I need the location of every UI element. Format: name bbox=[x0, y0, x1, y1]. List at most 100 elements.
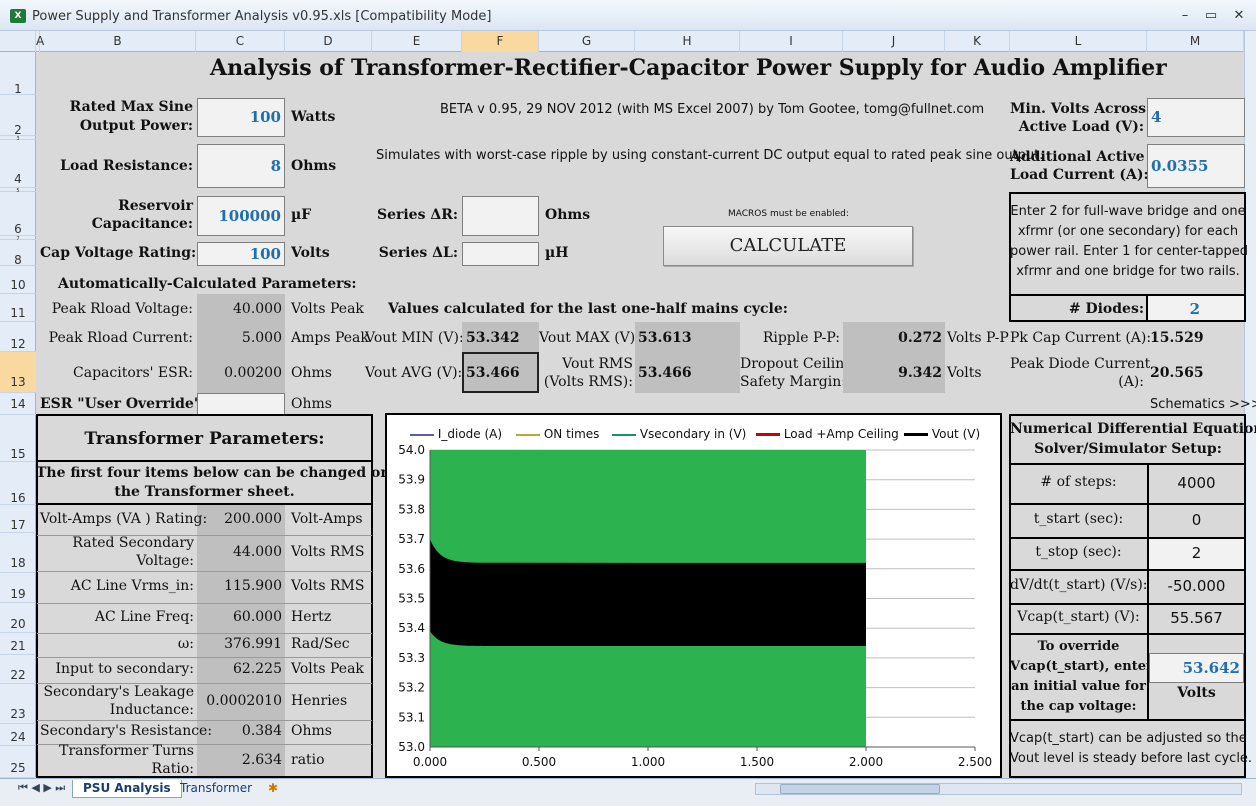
row-header[interactable]: 25 bbox=[0, 746, 36, 778]
scrollbar-thumb[interactable] bbox=[780, 784, 940, 794]
y-tick-label: 53.0 bbox=[398, 740, 425, 754]
column-header-l[interactable]: L bbox=[1010, 31, 1147, 52]
transformer-param-label: Rated Secondary bbox=[72, 535, 194, 551]
series-r-input[interactable] bbox=[462, 196, 539, 236]
column-header-h[interactable]: H bbox=[635, 31, 740, 52]
transformer-param-value: 62.225 bbox=[233, 661, 282, 677]
tab-psu-analysis[interactable]: PSU Analysis bbox=[72, 780, 182, 798]
transformer-param-unit: Volts Peak bbox=[291, 661, 364, 677]
tab-nav-icon[interactable]: ⏮ ◀ ▶ ⏭ bbox=[8, 780, 75, 798]
row-header[interactable]: 4 bbox=[0, 140, 36, 188]
pk-cap-current-value: 15.529 bbox=[1150, 330, 1204, 346]
x-tick-label: 1.500 bbox=[740, 755, 774, 769]
diodes-note-line: Enter 2 for full-wave bridge and one bbox=[1010, 204, 1246, 219]
series-r-unit: Ohms bbox=[545, 207, 591, 223]
column-header-c[interactable]: C bbox=[196, 31, 285, 52]
column-header-k[interactable]: K bbox=[945, 31, 1010, 52]
transformer-param-unit: Volt-Amps bbox=[291, 511, 363, 527]
row-header[interactable]: 17 bbox=[0, 505, 36, 533]
sheet-tab-bar: ⏮ ◀ ▶ ⏭ PSU Analysis Transformer ✱ bbox=[0, 778, 1256, 806]
override-value: 53.642 bbox=[1182, 659, 1240, 677]
column-header-d[interactable]: D bbox=[285, 31, 372, 52]
y-tick-label: 53.5 bbox=[398, 592, 425, 606]
new-sheet-icon[interactable]: ✱ bbox=[258, 780, 288, 798]
row-header[interactable]: 15 bbox=[0, 415, 36, 462]
tab-transformer[interactable]: Transformer bbox=[170, 780, 262, 798]
peak-rload-current-unit: Amps Peak bbox=[291, 330, 369, 346]
row-header[interactable]: 19 bbox=[0, 573, 36, 603]
row-header[interactable]: 6 bbox=[0, 192, 36, 236]
row-header[interactable]: 12 bbox=[0, 322, 36, 352]
solver-vcap-value: 55.567 bbox=[1170, 609, 1223, 627]
legend-entry: I_diode (A) bbox=[410, 427, 502, 441]
row-header[interactable]: 18 bbox=[0, 533, 36, 573]
solver-vcap-label: Vcap(t_start) (V): bbox=[1017, 609, 1140, 625]
diodes-value: 2 bbox=[1189, 300, 1200, 318]
row-header[interactable]: 24 bbox=[0, 724, 36, 746]
divider bbox=[37, 460, 372, 462]
dropout-label: Safety Margin: bbox=[740, 374, 846, 390]
esr-override-unit: Ohms bbox=[291, 396, 332, 412]
vout-avg-value: 53.466 bbox=[466, 365, 520, 381]
reservoir-capacitance-value: 100000 bbox=[218, 207, 281, 225]
column-header-e[interactable]: E bbox=[372, 31, 462, 52]
y-tick-label: 53.3 bbox=[398, 651, 425, 665]
row-header[interactable]: 20 bbox=[0, 603, 36, 633]
transformer-param-label: AC Line Vrms_in: bbox=[70, 578, 194, 594]
esr-override-input[interactable] bbox=[197, 393, 285, 415]
calculate-button[interactable]: CALCULATE bbox=[663, 226, 913, 266]
column-header-j[interactable]: J bbox=[843, 31, 945, 52]
solver-note: Vcap(t_start) can be adjusted so the bbox=[1010, 731, 1247, 746]
select-all-corner[interactable] bbox=[0, 31, 36, 52]
series-l-input[interactable] bbox=[462, 242, 539, 266]
column-header-f[interactable]: F bbox=[462, 31, 539, 52]
legend-entry: ON times bbox=[516, 427, 599, 441]
dropout-value: 9.342 bbox=[898, 365, 942, 381]
row-header[interactable]: 16 bbox=[0, 462, 36, 505]
solver-note: Vout level is steady before last cycle. bbox=[1010, 751, 1253, 766]
series-r-label: Series ΔR: bbox=[376, 207, 458, 223]
row-header-bar: 1 2 3 4 5 6 7 8 10 11 12 13 14 15 16 17 … bbox=[0, 52, 36, 778]
row-header[interactable]: 21 bbox=[0, 633, 36, 655]
row-divider bbox=[1011, 463, 1244, 465]
row-header[interactable]: 2 bbox=[0, 95, 36, 137]
row-header[interactable]: 10 bbox=[0, 266, 36, 294]
additional-current-label: Additional Active bbox=[1010, 149, 1145, 165]
close-button[interactable]: ✕ bbox=[1227, 6, 1251, 26]
vout-max-label: Vout MAX (V): bbox=[539, 330, 640, 346]
minimize-button[interactable]: – bbox=[1173, 6, 1197, 26]
solver-header: Numerical Differential Equation bbox=[1010, 421, 1256, 437]
auto-params-header: Automatically-Calculated Parameters: bbox=[58, 276, 357, 292]
column-header-g[interactable]: G bbox=[539, 31, 635, 52]
dropout-label: Dropout Ceiling bbox=[740, 356, 854, 372]
row-header[interactable]: 11 bbox=[0, 294, 36, 322]
restore-button[interactable]: ▭ bbox=[1199, 6, 1223, 26]
transformer-param-unit: Volts RMS bbox=[291, 578, 365, 594]
transformer-param-value: 2.634 bbox=[241, 752, 282, 768]
row-header[interactable]: 22 bbox=[0, 655, 36, 684]
row-header[interactable]: 13 bbox=[0, 352, 36, 393]
rated-power-unit: Watts bbox=[291, 109, 336, 125]
y-tick-label: 53.7 bbox=[398, 532, 425, 546]
min-volts-label: Min. Volts Across bbox=[1010, 101, 1147, 117]
row-divider bbox=[37, 603, 372, 604]
column-header-i[interactable]: I bbox=[740, 31, 843, 52]
diodes-label: # Diodes: bbox=[1068, 301, 1144, 317]
series-l-label: Series ΔL: bbox=[378, 245, 458, 261]
row-header[interactable]: 8 bbox=[0, 240, 36, 267]
load-resistance-label: Load Resistance: bbox=[60, 158, 193, 174]
cap-voltage-value: 100 bbox=[249, 245, 281, 263]
beta-version-text: BETA v 0.95, 29 NOV 2012 (with MS Excel … bbox=[440, 102, 985, 117]
schematics-link[interactable]: Schematics >>> bbox=[1150, 397, 1256, 412]
row-header[interactable]: 1 bbox=[0, 52, 36, 96]
transformer-param-unit: Hertz bbox=[291, 609, 332, 625]
legend-swatch bbox=[612, 433, 636, 436]
column-header-m[interactable]: M bbox=[1147, 31, 1244, 52]
pk-cap-current-label: Pk Cap Current (A): bbox=[1010, 330, 1152, 346]
peak-rload-voltage-value: 40.000 bbox=[233, 301, 282, 317]
row-header[interactable]: 14 bbox=[0, 393, 36, 415]
column-header-b[interactable]: B bbox=[40, 31, 196, 52]
x-tick-label: 1.000 bbox=[631, 755, 665, 769]
transformer-param-label: ω: bbox=[177, 636, 194, 652]
row-header[interactable]: 23 bbox=[0, 684, 36, 724]
